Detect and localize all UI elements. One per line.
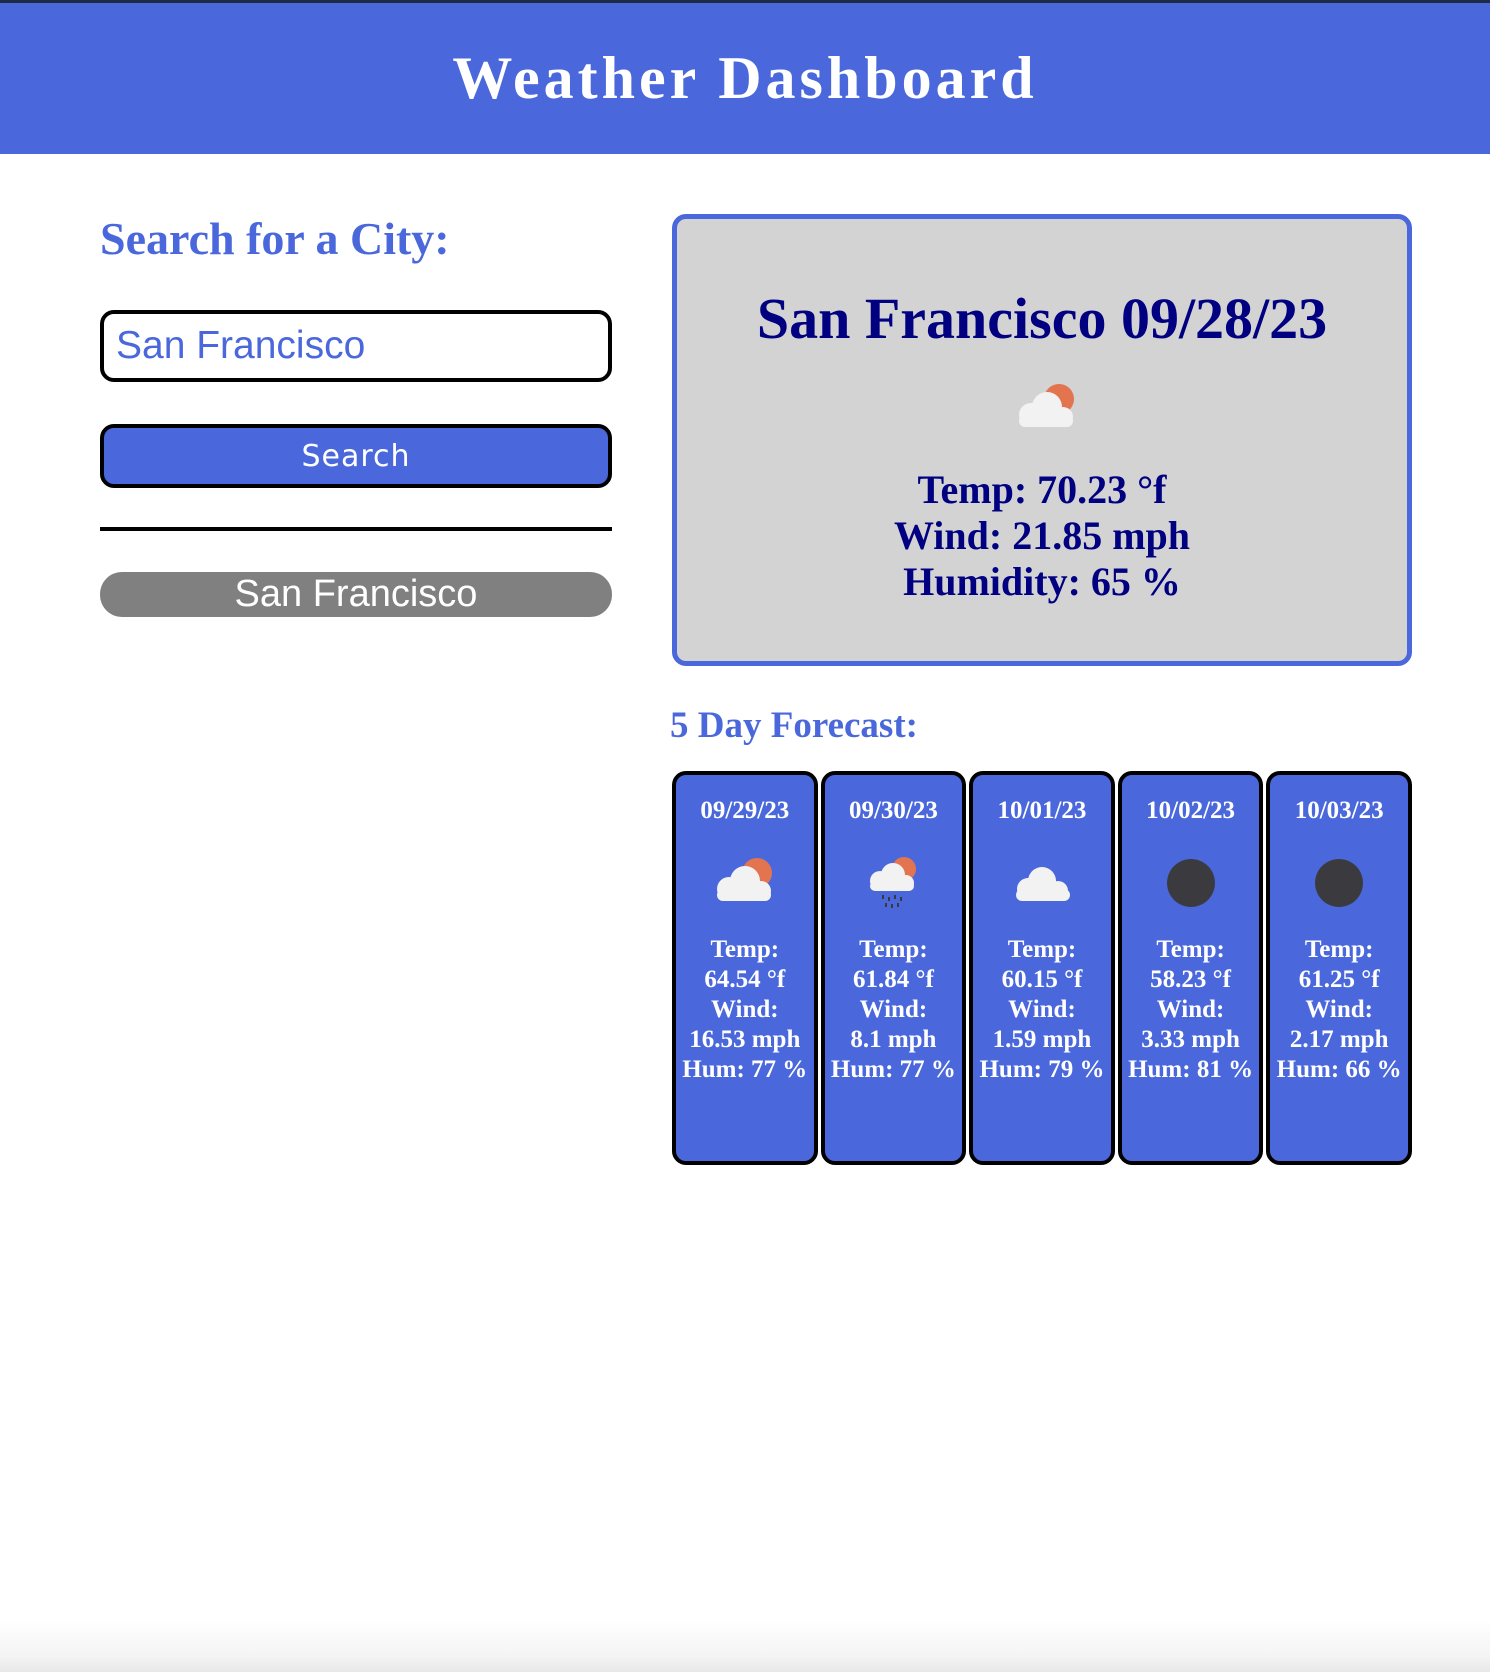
- forecast-wind-label: Wind:: [710, 996, 779, 1023]
- forecast-card: 10/02/23 Temp: 58.23 °f Wind: 3.33 mph H…: [1117, 771, 1264, 1165]
- forecast-card: 09/29/23 Temp: 64.54 °f Wind: 16.53 mph …: [672, 771, 818, 1165]
- forecast-humidity: Hum: 66 %: [1276, 1056, 1402, 1083]
- partly-cloudy-day-icon: [1019, 384, 1074, 427]
- forecast-humidity: Hum: 81 %: [1128, 1056, 1254, 1083]
- forecast-temp: 61.84 °f: [852, 966, 934, 993]
- current-city-title: San Francisco 09/28/23: [756, 286, 1328, 351]
- forecast-card: 09/30/23 Temp: 61.84 °f Wind: 8.1 mph Hu…: [820, 771, 967, 1165]
- forecast-stats: Temp: 61.84 °f Wind: 8.1 mph Hum: 77 %: [831, 935, 957, 1085]
- divider: [100, 527, 612, 531]
- forecast-humidity: Hum: 77 %: [830, 1056, 956, 1083]
- forecast-heading: 5 Day Forecast:: [670, 705, 918, 746]
- forecast-temp-label: Temp:: [1304, 936, 1374, 963]
- forecast-date: 10/02/23: [1146, 797, 1236, 824]
- forecast-stats: Temp: 58.23 °f Wind: 3.33 mph Hum: 81 %: [1128, 935, 1254, 1085]
- forecast-wind-label: Wind:: [859, 996, 928, 1023]
- forecast-temp-label: Temp:: [859, 936, 928, 963]
- clear-night-icon: [1315, 859, 1364, 907]
- search-heading: Search for a City:: [100, 213, 450, 264]
- forecast-stats: Temp: 60.15 °f Wind: 1.59 mph Hum: 79 %: [979, 935, 1105, 1085]
- cloud-icon: [1016, 867, 1071, 901]
- rain-cloud-icon: [869, 857, 916, 908]
- forecast-humidity: Hum: 79 %: [979, 1056, 1105, 1083]
- search-button[interactable]: Search: [100, 424, 612, 488]
- forecast-date: 09/30/23: [848, 797, 938, 824]
- partly-cloudy-day-icon: [717, 858, 772, 901]
- current-humidity: Humidity: 65 %: [903, 559, 1181, 604]
- forecast-wind-label: Wind:: [1305, 996, 1373, 1023]
- forecast-date: 10/01/23: [997, 797, 1087, 824]
- forecast-card: 10/03/23 Temp: 61.25 °f Wind: 2.17 mph H…: [1266, 771, 1412, 1165]
- forecast-wind: 3.33 mph: [1141, 1026, 1240, 1053]
- current-stats: Temp: 70.23 °f Wind: 21.85 mph Humidity:…: [677, 467, 1407, 605]
- header-bar: Weather Dashboard: [0, 0, 1490, 154]
- forecast-date: 10/03/23: [1294, 797, 1384, 824]
- history-city-button[interactable]: San Francisco: [100, 572, 612, 617]
- forecast-wind: 16.53 mph: [689, 1026, 801, 1053]
- forecast-stats: Temp: 61.25 °f Wind: 2.17 mph Hum: 66 %: [1276, 935, 1402, 1085]
- forecast-temp: 58.23 °f: [1150, 966, 1231, 993]
- forecast-card: 10/01/23 Temp: 60.15 °f Wind: 1.59 mph H…: [969, 771, 1115, 1165]
- forecast-row: 09/29/23 Temp: 64.54 °f Wind: 16.53 mph …: [672, 771, 1412, 1165]
- forecast-date: 09/29/23: [700, 797, 790, 824]
- forecast-wind: 2.17 mph: [1289, 1026, 1389, 1053]
- forecast-temp-label: Temp:: [1156, 936, 1225, 963]
- current-weather-card: San Francisco 09/28/23 Temp: 70.23 °f Wi…: [672, 214, 1412, 666]
- forecast-temp-label: Temp:: [710, 936, 780, 963]
- city-search-input[interactable]: [100, 310, 612, 382]
- clear-night-icon: [1166, 859, 1215, 907]
- forecast-stats: Temp: 64.54 °f Wind: 16.53 mph Hum: 77 %: [682, 935, 808, 1085]
- forecast-wind: 8.1 mph: [850, 1026, 937, 1053]
- forecast-temp: 60.15 °f: [1001, 966, 1083, 993]
- forecast-wind-label: Wind:: [1008, 996, 1076, 1023]
- forecast-temp-label: Temp:: [1007, 936, 1077, 963]
- forecast-temp: 64.54 °f: [704, 966, 786, 993]
- forecast-temp: 61.25 °f: [1298, 966, 1380, 993]
- forecast-wind-label: Wind:: [1156, 996, 1225, 1023]
- window-bottom-edge: [0, 1620, 1490, 1672]
- current-temp: Temp: 70.23 °f: [917, 467, 1167, 512]
- page-title: Weather Dashboard: [452, 45, 1038, 111]
- forecast-wind: 1.59 mph: [992, 1026, 1092, 1053]
- forecast-humidity: Hum: 77 %: [682, 1056, 808, 1083]
- current-wind: Wind: 21.85 mph: [893, 513, 1190, 558]
